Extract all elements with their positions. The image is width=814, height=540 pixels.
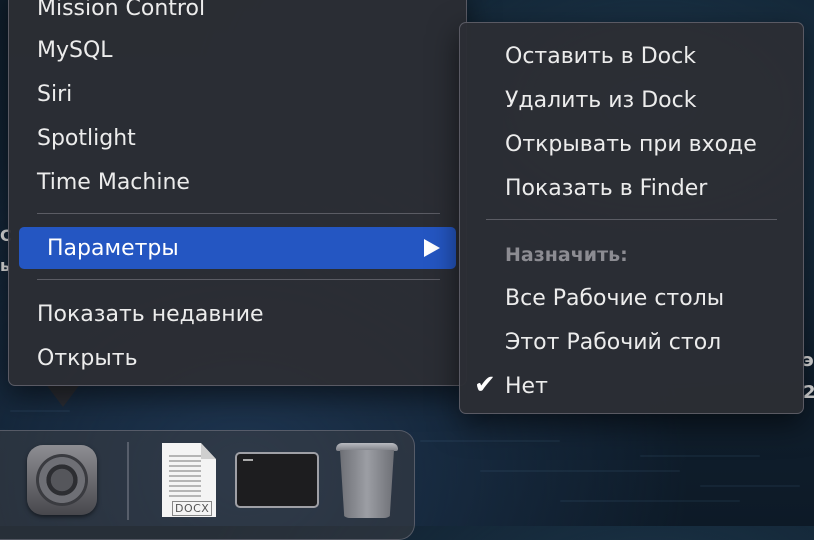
assign-heading: Назначить: — [460, 236, 803, 274]
submenu-item-all-desktops[interactable]: Все Рабочие столы — [460, 279, 803, 317]
menu-item-options[interactable]: Параметры — [19, 227, 456, 269]
menu-item-label: Все Рабочие столы — [505, 285, 725, 311]
menu-item-label: Показать недавние — [37, 301, 264, 327]
menu-item-label: Spotlight — [37, 125, 136, 151]
document-lines — [169, 455, 201, 499]
menu-item-label: Параметры — [47, 235, 179, 261]
options-submenu: Оставить в Dock Удалить из Dock Открыват… — [459, 22, 804, 414]
menu-item-label: Показать в Finder — [505, 175, 708, 201]
trash-lid — [336, 443, 398, 451]
menu-item-label: Siri — [37, 81, 73, 107]
menu-item-label: Открыть — [37, 345, 138, 371]
docx-label: DOCX — [172, 501, 213, 516]
gear-icon — [36, 454, 88, 506]
menu-item-label: Time Machine — [37, 169, 190, 195]
submenu-item-this-desktop[interactable]: Этот Рабочий стол — [460, 323, 803, 361]
menu-item-label: Удалить из Dock — [505, 87, 697, 113]
menu-item-label: Открывать при входе — [505, 131, 757, 157]
menu-separator — [486, 219, 777, 220]
menu-item-siri[interactable]: Siri — [9, 75, 466, 113]
terminal-window-dock-icon[interactable] — [235, 452, 319, 508]
submenu-item-show-in-finder[interactable]: Показать в Finder — [460, 169, 803, 207]
background-fragment-text: э — [803, 350, 814, 371]
trash-icon — [340, 450, 394, 518]
system-preferences-dock-icon[interactable] — [27, 445, 97, 515]
menu-item-label: Нет — [505, 373, 548, 399]
trash-dock-icon[interactable] — [334, 443, 400, 519]
menu-item-label: Mission Control — [37, 0, 206, 21]
page-fold — [201, 443, 216, 459]
menu-item-show-recent[interactable]: Показать недавние — [9, 295, 466, 333]
menu-item-mysql[interactable]: MySQL — [9, 31, 466, 69]
checkmark-icon: ✔ — [474, 370, 496, 400]
docx-document-dock-icon[interactable]: DOCX — [160, 443, 218, 517]
menu-item-time-machine[interactable]: Time Machine — [9, 163, 466, 201]
menu-pointer — [45, 383, 81, 407]
background-fragment-text: 2 — [803, 382, 814, 403]
menu-separator — [37, 213, 440, 214]
submenu-item-none[interactable]: ✔ Нет — [460, 367, 803, 405]
dock-divider — [127, 442, 129, 520]
submenu-item-remove-from-dock[interactable]: Удалить из Dock — [460, 81, 803, 119]
menu-heading-label: Назначить: — [505, 244, 628, 266]
menu-item-spotlight[interactable]: Spotlight — [9, 119, 466, 157]
menu-separator — [37, 279, 440, 280]
submenu-item-open-at-login[interactable]: Открывать при входе — [460, 125, 803, 163]
submenu-item-keep-in-dock[interactable]: Оставить в Dock — [460, 37, 803, 75]
menu-item-open[interactable]: Открыть — [9, 339, 466, 377]
terminal-prompt — [243, 459, 253, 461]
submenu-arrow-icon — [424, 239, 440, 257]
menu-item-label: MySQL — [37, 37, 113, 63]
dock-context-menu: Mission Control MySQL Siri Spotlight Tim… — [8, 0, 467, 386]
menu-item-label: Этот Рабочий стол — [505, 329, 722, 355]
menu-item-label: Оставить в Dock — [505, 43, 696, 69]
menu-item-mission-control[interactable]: Mission Control — [9, 0, 466, 27]
